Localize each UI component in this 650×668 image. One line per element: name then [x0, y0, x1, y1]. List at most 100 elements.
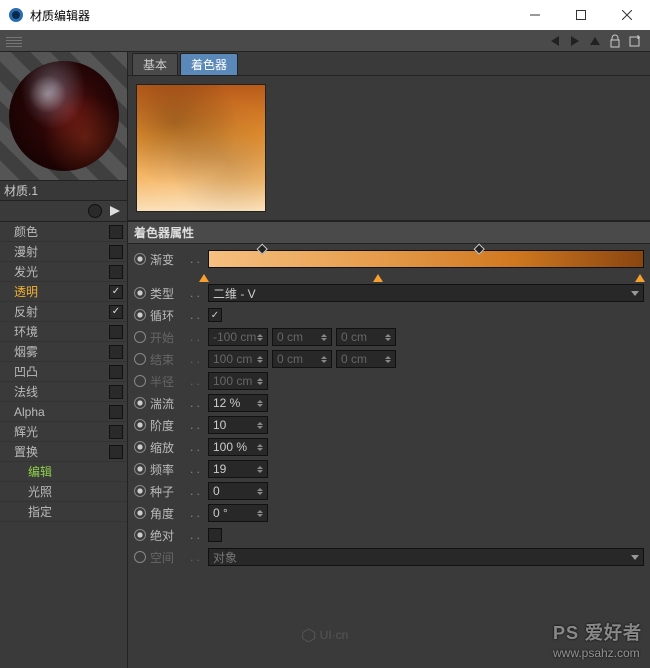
- channel-glow-checkbox[interactable]: [109, 425, 123, 439]
- channel-glow[interactable]: 辉光: [0, 422, 127, 442]
- start-x-field[interactable]: -100 cm: [208, 328, 268, 346]
- start-z-field[interactable]: 0 cm: [336, 328, 396, 346]
- row-angle: 角度 . . 0 °: [134, 502, 644, 524]
- new-instance-icon[interactable]: [626, 32, 644, 50]
- lock-icon[interactable]: [606, 32, 624, 50]
- row-gradient: 渐变 . .: [134, 248, 644, 270]
- gradient-stop[interactable]: [373, 274, 383, 282]
- turbulence-field[interactable]: 12 %: [208, 394, 268, 412]
- channel-color-checkbox[interactable]: [109, 225, 123, 239]
- gradient-knot[interactable]: [257, 244, 268, 255]
- title-bar: 材质编辑器: [0, 0, 650, 30]
- channel-luminance-checkbox[interactable]: [109, 265, 123, 279]
- channel-luminance[interactable]: 发光: [0, 262, 127, 282]
- anim-toggle-angle[interactable]: [134, 507, 146, 519]
- channel-reflection[interactable]: 反射: [0, 302, 127, 322]
- minimize-button[interactable]: [512, 0, 558, 30]
- row-start: 开始 . . -100 cm 0 cm 0 cm: [134, 326, 644, 348]
- anim-toggle-space[interactable]: [134, 551, 146, 563]
- channel-alpha-checkbox[interactable]: [109, 405, 123, 419]
- gradient-knot[interactable]: [474, 244, 485, 255]
- preview-sphere: [9, 61, 119, 171]
- channel-list: 颜色 漫射 发光 透明 反射 环境 烟雾 凹凸 法线 Alpha 辉光 置换 编…: [0, 222, 127, 668]
- chevron-down-icon: [631, 555, 639, 560]
- octaves-field[interactable]: 10: [208, 416, 268, 434]
- channel-toolbar: [0, 200, 127, 222]
- tab-basic[interactable]: 基本: [132, 53, 178, 75]
- channel-normal-checkbox[interactable]: [109, 385, 123, 399]
- channel-normal[interactable]: 法线: [0, 382, 127, 402]
- channel-fog-checkbox[interactable]: [109, 345, 123, 359]
- channel-color[interactable]: 颜色: [0, 222, 127, 242]
- channel-reflection-checkbox[interactable]: [109, 305, 123, 319]
- anim-toggle-seed[interactable]: [134, 485, 146, 497]
- gradient-bar[interactable]: [208, 250, 644, 268]
- maximize-button[interactable]: [558, 0, 604, 30]
- properties-panel: 渐变 . . 类型 . . 二维 - V 循环: [128, 244, 650, 572]
- channel-edit[interactable]: 编辑: [0, 462, 127, 482]
- loop-checkbox[interactable]: [208, 308, 222, 322]
- anim-toggle-end[interactable]: [134, 353, 146, 365]
- channel-environment-checkbox[interactable]: [109, 325, 123, 339]
- watermark-right: PS 爱好者 www.psahz.com: [553, 619, 642, 660]
- toolbar-dot-button[interactable]: [87, 203, 103, 219]
- material-name-input[interactable]: [4, 183, 123, 197]
- tab-bar: 基本 着色器: [128, 52, 650, 76]
- channel-diffuse[interactable]: 漫射: [0, 242, 127, 262]
- material-preview[interactable]: [0, 52, 127, 180]
- anim-toggle-abs[interactable]: [134, 529, 146, 541]
- channel-diffuse-checkbox[interactable]: [109, 245, 123, 259]
- nav-next-button[interactable]: [566, 32, 584, 50]
- gradient-stop[interactable]: [199, 274, 209, 282]
- channel-transparency-checkbox[interactable]: [109, 285, 123, 299]
- watermark-center: UI·cn: [302, 628, 349, 642]
- anim-toggle-freq[interactable]: [134, 463, 146, 475]
- frequency-field[interactable]: 19: [208, 460, 268, 478]
- type-dropdown[interactable]: 二维 - V: [208, 284, 644, 302]
- toolbar-arrow-button[interactable]: [107, 203, 123, 219]
- angle-field[interactable]: 0 °: [208, 504, 268, 522]
- tab-shader[interactable]: 着色器: [180, 53, 238, 75]
- anim-toggle-gradient[interactable]: [134, 253, 146, 265]
- nav-prev-button[interactable]: [546, 32, 564, 50]
- shader-preview[interactable]: [136, 84, 266, 212]
- hexagon-icon: [302, 628, 316, 642]
- anim-toggle-scale[interactable]: [134, 441, 146, 453]
- close-button[interactable]: [604, 0, 650, 30]
- scale-field[interactable]: 100 %: [208, 438, 268, 456]
- space-dropdown[interactable]: 对象: [208, 548, 644, 566]
- row-octaves: 阶度 . . 10: [134, 414, 644, 436]
- channel-environment[interactable]: 环境: [0, 322, 127, 342]
- channel-fog[interactable]: 烟雾: [0, 342, 127, 362]
- gradient-stop[interactable]: [635, 274, 645, 282]
- channel-displacement-checkbox[interactable]: [109, 445, 123, 459]
- gradient-markers: [204, 270, 640, 282]
- seed-field[interactable]: 0: [208, 482, 268, 500]
- channel-assignment[interactable]: 指定: [0, 502, 127, 522]
- row-end: 结束 . . 100 cm 0 cm 0 cm: [134, 348, 644, 370]
- anim-toggle-start[interactable]: [134, 331, 146, 343]
- end-z-field[interactable]: 0 cm: [336, 350, 396, 368]
- channel-displacement[interactable]: 置换: [0, 442, 127, 462]
- radius-field[interactable]: 100 cm: [208, 372, 268, 390]
- channel-transparency[interactable]: 透明: [0, 282, 127, 302]
- channel-bump-checkbox[interactable]: [109, 365, 123, 379]
- row-radius: 半径 . . 100 cm: [134, 370, 644, 392]
- row-frequency: 频率 . . 19: [134, 458, 644, 480]
- end-y-field[interactable]: 0 cm: [272, 350, 332, 368]
- row-scale: 缩放 . . 100 %: [134, 436, 644, 458]
- anim-toggle-type[interactable]: [134, 287, 146, 299]
- end-x-field[interactable]: 100 cm: [208, 350, 268, 368]
- anim-toggle-oct[interactable]: [134, 419, 146, 431]
- absolute-checkbox[interactable]: [208, 528, 222, 542]
- channel-illumination[interactable]: 光照: [0, 482, 127, 502]
- anim-toggle-turb[interactable]: [134, 397, 146, 409]
- start-y-field[interactable]: 0 cm: [272, 328, 332, 346]
- anim-toggle-loop[interactable]: [134, 309, 146, 321]
- shader-preview-area: [128, 76, 650, 221]
- channel-alpha[interactable]: Alpha: [0, 402, 127, 422]
- anim-toggle-radius[interactable]: [134, 375, 146, 387]
- channel-bump[interactable]: 凹凸: [0, 362, 127, 382]
- nav-up-button[interactable]: [586, 32, 604, 50]
- window-title: 材质编辑器: [30, 7, 512, 24]
